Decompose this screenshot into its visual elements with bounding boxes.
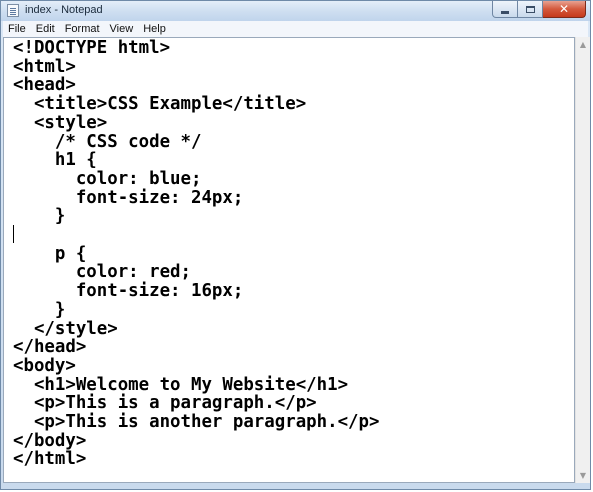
notepad-window: index - Notepad ✕ File Edit Format View … (0, 0, 591, 490)
text-editor[interactable]: <!DOCTYPE html> <html> <head> <title>CSS… (3, 37, 575, 483)
scroll-up-arrow-icon[interactable]: ▲ (576, 37, 590, 52)
scroll-down-arrow-icon[interactable]: ▼ (576, 468, 590, 483)
title-bar[interactable]: index - Notepad ✕ (1, 1, 590, 21)
menu-view[interactable]: View (105, 21, 139, 37)
document-text[interactable]: <!DOCTYPE html> <html> <head> <title>CSS… (4, 38, 574, 469)
caption-buttons: ✕ (492, 1, 586, 18)
notepad-icon[interactable] (7, 4, 19, 17)
maximize-button[interactable] (518, 1, 543, 18)
close-icon: ✕ (558, 2, 570, 16)
menu-help[interactable]: Help (138, 21, 171, 37)
minimize-button[interactable] (492, 1, 518, 18)
menu-edit[interactable]: Edit (31, 21, 60, 37)
menu-format[interactable]: Format (60, 21, 105, 37)
minimize-icon (501, 10, 509, 14)
close-button[interactable]: ✕ (543, 1, 586, 18)
vertical-scrollbar[interactable]: ▲ ▼ (575, 37, 590, 483)
menu-file[interactable]: File (3, 21, 31, 37)
maximize-icon (525, 5, 535, 13)
menu-bar: File Edit Format View Help (3, 21, 588, 37)
text-caret (13, 225, 14, 243)
window-title: index - Notepad (25, 4, 103, 16)
